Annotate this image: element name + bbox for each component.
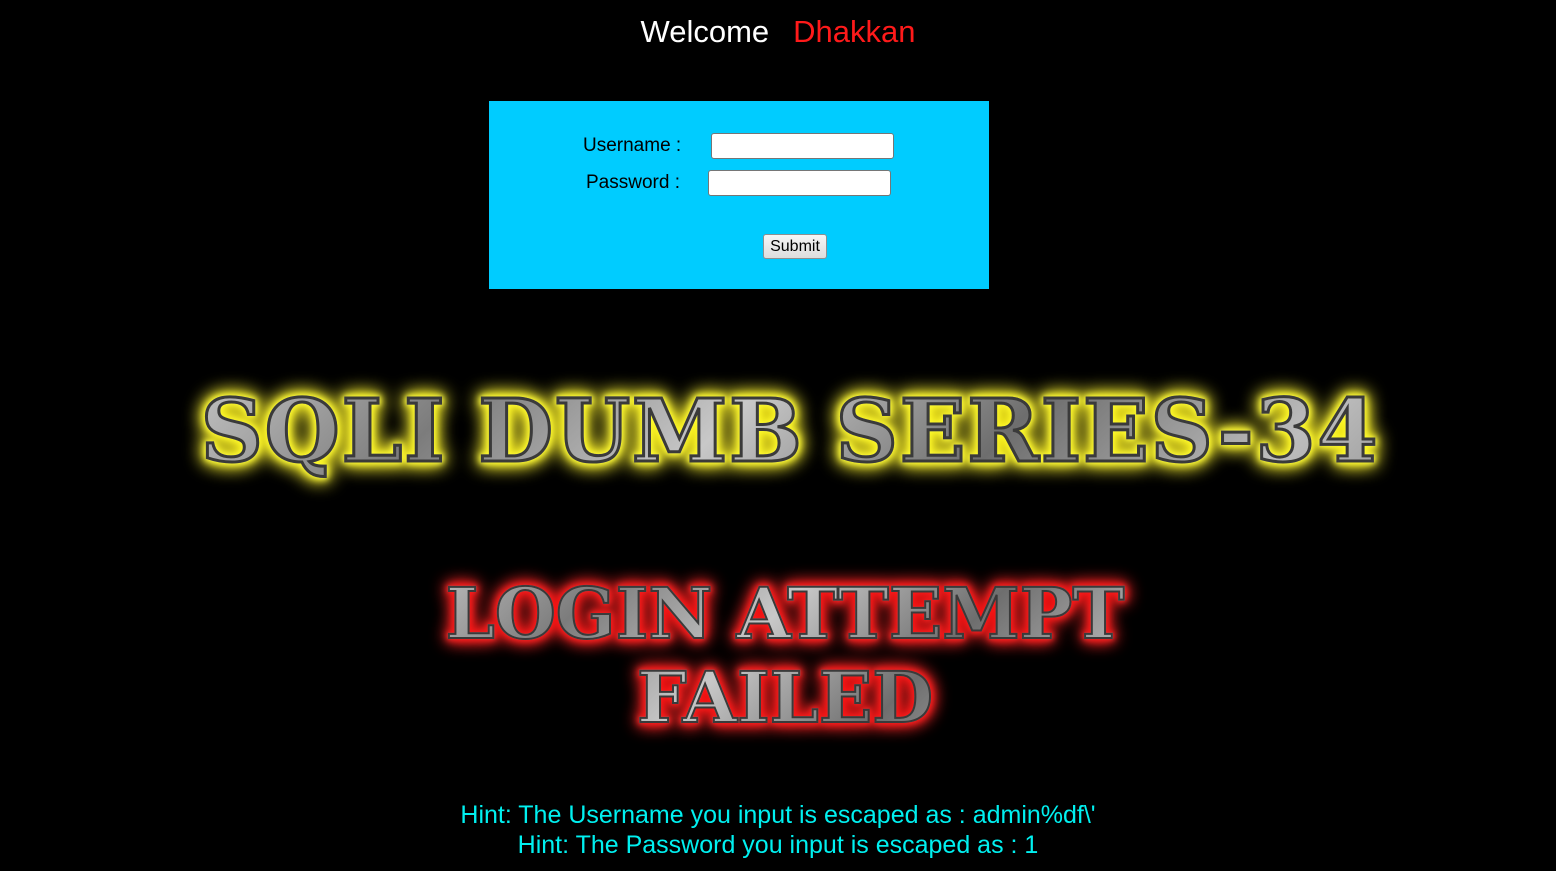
password-label: Password : xyxy=(586,172,680,193)
series-title-banner: SQLI DUMB SERIES-34 xyxy=(120,372,1460,492)
login-failed-banner: LOGIN ATTEMPT FAILED xyxy=(360,571,1210,740)
user-name: Dhakkan xyxy=(793,14,916,49)
username-escape-hint: Hint: The Username you input is escaped … xyxy=(460,801,1096,829)
username-input[interactable] xyxy=(711,133,894,159)
submit-button[interactable]: Submit xyxy=(763,234,827,259)
page: Welcome Dhakkan Username : Password : Sub… xyxy=(0,0,1556,871)
login-failed-line-2: FAILED xyxy=(636,655,934,740)
login-form: Username : Password : Submit xyxy=(489,101,989,289)
password-input[interactable] xyxy=(708,170,891,196)
welcome-header: Welcome Dhakkan xyxy=(0,12,1556,52)
password-escape-hint: Hint: The Password you input is escaped … xyxy=(517,831,1039,859)
login-failed-line-1: LOGIN ATTEMPT xyxy=(445,571,1126,656)
username-label: Username : xyxy=(583,135,682,156)
welcome-text: Welcome xyxy=(640,14,770,49)
